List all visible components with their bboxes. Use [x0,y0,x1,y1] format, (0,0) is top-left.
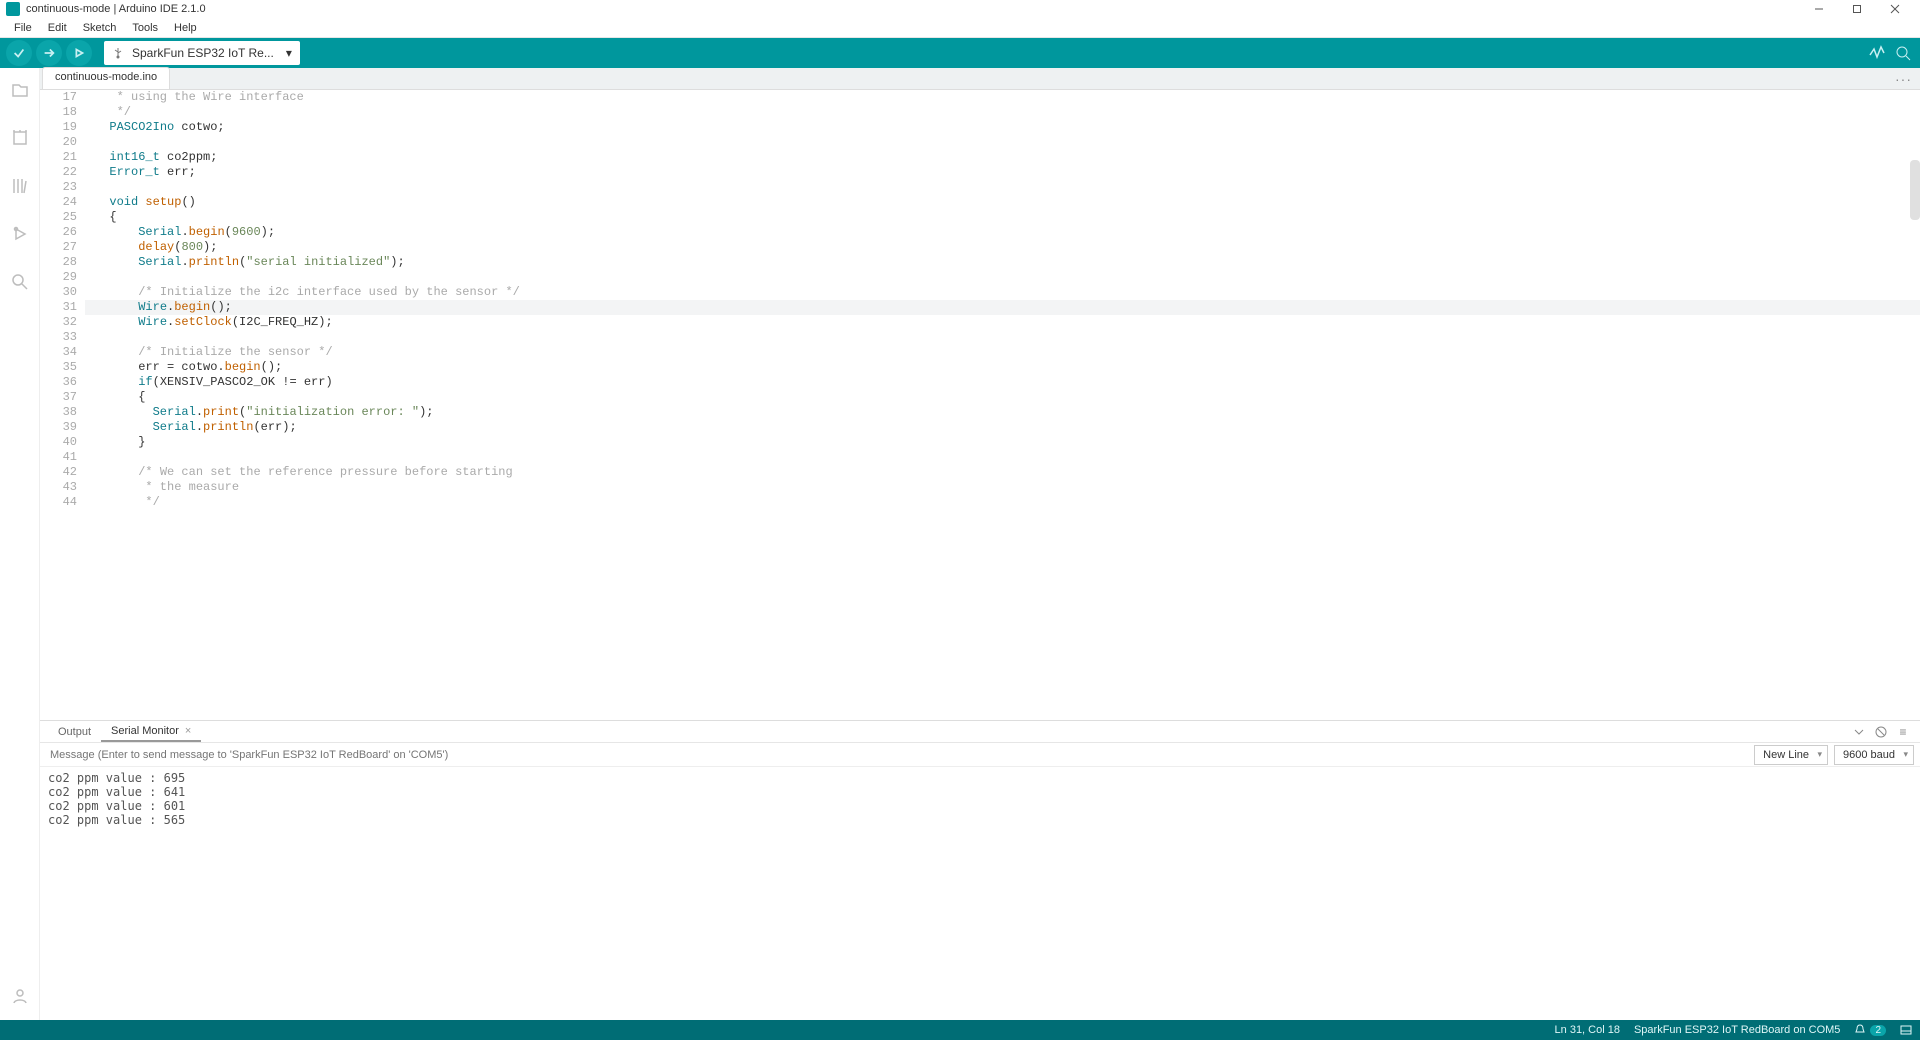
verify-button[interactable] [6,40,32,66]
window-title: continuous-mode | Arduino IDE 2.1.0 [26,3,206,15]
status-bar: Ln 31, Col 18 SparkFun ESP32 IoT RedBoar… [0,1020,1920,1040]
serial-output: co2 ppm value : 695 co2 ppm value : 641 … [40,767,1920,1020]
boards-manager-button[interactable] [6,124,34,152]
debug-button[interactable] [66,40,92,66]
panel-menu-button[interactable]: ≡ [1894,723,1912,741]
window-maximize-button[interactable] [1838,0,1876,18]
board-selector-label: SparkFun ESP32 IoT Re... [132,46,274,60]
clear-output-button[interactable] [1872,723,1890,741]
toolbar: SparkFun ESP32 IoT Re... ▾ [0,38,1920,68]
menubar: File Edit Sketch Tools Help [0,18,1920,38]
account-button[interactable] [6,982,34,1010]
tab-overflow-button[interactable]: ··· [1895,71,1912,87]
menu-file[interactable]: File [6,20,40,36]
code-editor[interactable]: 1718192021222324252627282930313233343536… [40,90,1920,720]
editor-tabbar: continuous-mode.ino ··· [40,68,1920,90]
activity-rail [0,68,40,1020]
window-minimize-button[interactable] [1800,0,1838,18]
close-panel-button[interactable] [1900,1024,1912,1036]
bell-icon [1854,1024,1866,1036]
window-close-button[interactable] [1876,0,1914,18]
usb-icon [112,47,124,59]
menu-edit[interactable]: Edit [40,20,75,36]
serial-plotter-button[interactable] [1866,42,1888,64]
output-tab[interactable]: Output [48,723,101,741]
upload-button[interactable] [36,40,62,66]
serial-monitor-button[interactable] [1892,42,1914,64]
editor-tab[interactable]: continuous-mode.ino [42,67,170,89]
board-selector[interactable]: SparkFun ESP32 IoT Re... ▾ [104,41,300,65]
board-status[interactable]: SparkFun ESP32 IoT RedBoard on COM5 [1634,1024,1840,1036]
menu-tools[interactable]: Tools [124,20,166,36]
search-button[interactable] [6,268,34,296]
sketchbook-button[interactable] [6,76,34,104]
notifications-button[interactable]: 2 [1854,1024,1886,1036]
cursor-position: Ln 31, Col 18 [1555,1024,1620,1036]
menu-help[interactable]: Help [166,20,205,36]
scroll-down-button[interactable] [1850,723,1868,741]
app-icon [6,2,20,16]
line-ending-select[interactable]: New Line [1754,745,1828,765]
chevron-down-icon: ▾ [286,46,292,60]
bottom-panel: Output Serial Monitor× ≡ New Line 9600 b… [40,720,1920,1020]
window-titlebar: continuous-mode | Arduino IDE 2.1.0 [0,0,1920,18]
debug-panel-button[interactable] [6,220,34,248]
close-icon[interactable]: × [185,725,191,737]
library-manager-button[interactable] [6,172,34,200]
scrollbar-thumb[interactable] [1910,160,1920,220]
notification-count: 2 [1870,1025,1886,1036]
serial-monitor-tab[interactable]: Serial Monitor× [101,722,201,742]
baud-rate-select[interactable]: 9600 baud [1834,745,1914,765]
serial-message-input[interactable] [40,749,1754,761]
menu-sketch[interactable]: Sketch [75,20,125,36]
